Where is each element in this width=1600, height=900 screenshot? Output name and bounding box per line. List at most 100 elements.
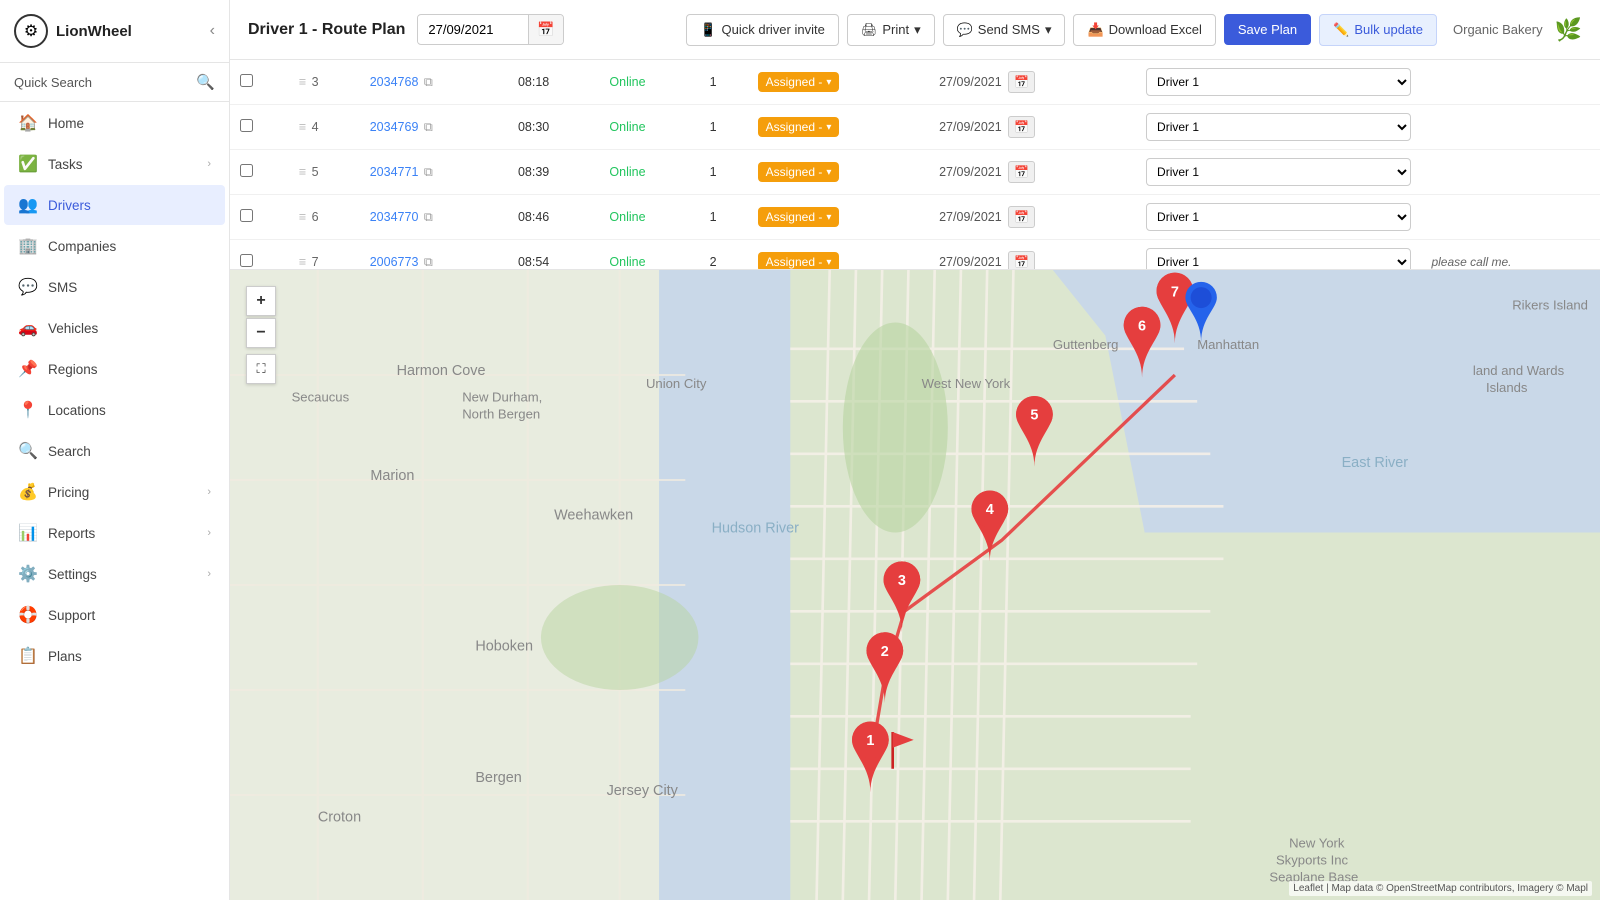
sidebar-item-vehicles[interactable]: 🚗 Vehicles [4,308,225,348]
task-date-cell: 27/09/2021 📅 [929,60,1136,105]
topbar: Driver 1 - Route Plan 📅 📱 Quick driver i… [230,0,1600,60]
quick-invite-button[interactable]: 📱 Quick driver invite [686,14,839,46]
date-edit-button[interactable]: 📅 [1008,161,1035,183]
svg-text:North Bergen: North Bergen [462,406,540,421]
collapse-button[interactable]: ‹ [210,22,215,40]
excel-icon: 📥 [1087,22,1103,38]
driver-select[interactable]: Driver 1Driver 2Driver 3 [1147,114,1410,140]
row-number-cell: ≡ 6 [289,195,360,240]
sidebar-item-plans[interactable]: 📋 Plans [4,636,225,676]
task-qty: 1 [710,210,717,224]
driver-select[interactable]: Driver 1Driver 2Driver 3 [1147,249,1410,270]
sidebar-item-pricing[interactable]: 💰 Pricing › [4,472,225,512]
download-excel-button[interactable]: 📥 Download Excel [1073,14,1215,46]
sidebar-item-drivers[interactable]: 👥 Drivers [4,185,225,225]
print-button[interactable]: 🖨 Print ▾ [847,14,935,46]
task-link[interactable]: 2034769 [370,120,419,134]
sidebar-item-sms[interactable]: 💬 SMS [4,267,225,307]
driver-select[interactable]: Driver 1Driver 2Driver 3 [1147,204,1410,230]
sidebar-item-settings[interactable]: ⚙️ Settings › [4,554,225,594]
date-edit-button[interactable]: 📅 [1008,206,1035,228]
nav-item-left-support: 🛟 Support [18,605,95,625]
sidebar-label-support: Support [48,608,95,623]
row-checkbox[interactable] [240,254,253,267]
sidebar-item-companies[interactable]: 🏢 Companies [4,226,225,266]
assigned-badge[interactable]: Assigned - ▾ [758,207,840,227]
sidebar-item-search[interactable]: 🔍 Search [4,431,225,471]
settings-icon: ⚙️ [18,564,38,584]
row-checkbox-cell [230,60,289,105]
note-cell: please call me. [1421,240,1600,271]
logo-icon: ⚙ [14,14,48,48]
sidebar-item-regions[interactable]: 📌 Regions [4,349,225,389]
assigned-badge[interactable]: Assigned - ▾ [758,117,840,137]
driver-select[interactable]: Driver 1Driver 2Driver 3 [1147,159,1410,185]
copy-icon[interactable]: ⧉ [424,210,433,224]
task-time: 08:39 [518,165,549,179]
search-icon: 🔍 [18,441,38,461]
driver-select[interactable]: Driver 1Driver 2Driver 3 [1147,69,1410,95]
zoom-out-button[interactable]: − [246,318,276,348]
copy-icon[interactable]: ⧉ [424,75,433,89]
row-checkbox[interactable] [240,119,253,132]
sidebar-item-reports[interactable]: 📊 Reports › [4,513,225,553]
mobile-icon: 📱 [700,22,716,38]
svg-text:New Durham,: New Durham, [462,389,542,404]
send-sms-button[interactable]: 💬 Send SMS ▾ [943,14,1066,46]
sidebar-item-locations[interactable]: 📍 Locations [4,390,225,430]
drag-handle-icon[interactable]: ≡ [299,210,306,224]
task-time-cell: 08:30 [508,105,599,150]
companies-icon: 🏢 [18,236,38,256]
task-date: 27/09/2021 [939,210,1002,224]
driver-select-wrap: Driver 1Driver 2Driver 3 [1146,68,1411,96]
task-link[interactable]: 2006773 [370,255,419,269]
task-link[interactable]: 2034768 [370,75,419,89]
chevron-down-icon: ▾ [914,22,921,38]
date-input[interactable] [418,16,528,43]
date-edit-button[interactable]: 📅 [1008,116,1035,138]
copy-icon[interactable]: ⧉ [424,255,433,269]
svg-text:Hoboken: Hoboken [475,639,533,655]
task-status-cell: Online [599,195,699,240]
date-edit-button[interactable]: 📅 [1008,71,1035,93]
driver-select-cell: Driver 1Driver 2Driver 3 [1136,195,1421,240]
sidebar-label-reports: Reports [48,526,95,541]
map-attribution: Leaflet | Map data © OpenStreetMap contr… [1289,881,1592,896]
drag-handle-icon[interactable]: ≡ [299,120,306,134]
assigned-badge[interactable]: Assigned - ▾ [758,72,840,92]
copy-icon[interactable]: ⧉ [424,165,433,179]
svg-text:3: 3 [898,573,906,589]
fullscreen-button[interactable]: ⛶ [246,354,276,384]
row-checkbox[interactable] [240,209,253,222]
svg-text:Weehawken: Weehawken [554,507,633,523]
assigned-badge[interactable]: Assigned - ▾ [758,252,840,270]
main-area: Driver 1 - Route Plan 📅 📱 Quick driver i… [230,0,1600,900]
bulk-update-button[interactable]: ✏️ Bulk update [1319,14,1437,46]
task-link[interactable]: 2034770 [370,210,419,224]
zoom-in-button[interactable]: + [246,286,276,316]
task-date-cell: 27/09/2021 📅 [929,195,1136,240]
row-number-cell: ≡ 5 [289,150,360,195]
drag-handle-icon[interactable]: ≡ [299,255,306,269]
sidebar-item-support[interactable]: 🛟 Support [4,595,225,635]
date-edit-button[interactable]: 📅 [1008,251,1035,270]
calendar-button[interactable]: 📅 [528,15,562,44]
task-time-cell: 08:39 [508,150,599,195]
copy-icon[interactable]: ⧉ [424,120,433,134]
sidebar-item-tasks[interactable]: ✅ Tasks › [4,144,225,184]
task-qty-cell: 1 [700,150,748,195]
sidebar-label-tasks: Tasks [48,157,83,172]
quick-search-bar[interactable]: Quick Search 🔍 [0,63,229,102]
drag-handle-icon[interactable]: ≡ [299,75,306,89]
svg-text:Marion: Marion [370,468,414,484]
save-plan-button[interactable]: Save Plan [1224,14,1311,45]
org-logo-icon: 🌿 [1555,17,1582,43]
drag-handle-icon[interactable]: ≡ [299,165,306,179]
row-checkbox[interactable] [240,164,253,177]
sidebar-item-home[interactable]: 🏠 Home [4,103,225,143]
assigned-badge[interactable]: Assigned - ▾ [758,162,840,182]
task-link[interactable]: 2034771 [370,165,419,179]
row-checkbox[interactable] [240,74,253,87]
note-cell [1421,60,1600,105]
task-qty-cell: 1 [700,105,748,150]
